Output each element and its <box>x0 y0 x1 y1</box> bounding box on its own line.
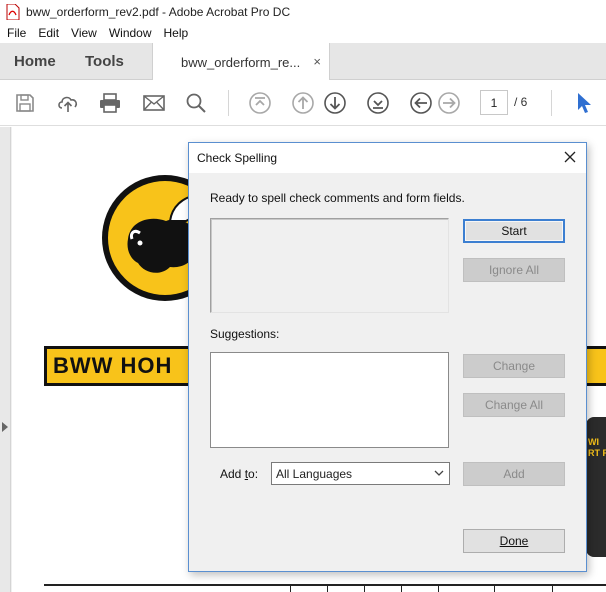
tab-close-icon[interactable]: × <box>313 54 321 69</box>
done-button-label: Done <box>499 534 529 548</box>
change-all-button[interactable]: Change All <box>463 393 565 417</box>
table-divider <box>290 584 291 592</box>
add-to-label-prefix: Add <box>220 467 245 481</box>
tab-document[interactable]: bww_orderform_re... × <box>152 43 330 81</box>
ignore-all-button[interactable]: Ignore All <box>463 258 565 282</box>
suggestions-label: Suggestions: <box>210 327 280 341</box>
next-page-icon[interactable] <box>322 90 348 116</box>
menu-view[interactable]: View <box>65 26 103 40</box>
change-button[interactable]: Change <box>463 354 565 378</box>
table-divider <box>401 584 402 592</box>
tab-bar: Home Tools bww_orderform_re... × <box>0 43 606 81</box>
save-icon[interactable] <box>12 90 38 116</box>
add-to-label-suffix: o: <box>248 467 259 481</box>
start-button[interactable]: Start <box>463 219 565 243</box>
first-page-icon[interactable] <box>247 90 273 116</box>
tab-tools[interactable]: Tools <box>85 43 124 80</box>
language-select[interactable]: All Languages <box>271 462 450 485</box>
print-icon[interactable] <box>97 90 123 116</box>
table-border <box>44 584 606 586</box>
back-icon[interactable] <box>408 90 434 116</box>
page-number-input[interactable]: 1 <box>480 90 508 115</box>
done-button[interactable]: Done <box>463 529 565 553</box>
close-icon[interactable] <box>562 149 578 165</box>
upload-icon[interactable] <box>55 90 81 116</box>
expand-arrow-icon[interactable] <box>2 422 8 432</box>
search-icon[interactable] <box>183 90 209 116</box>
menu-edit[interactable]: Edit <box>32 26 65 40</box>
add-button[interactable]: Add <box>463 462 565 486</box>
pdf-file-icon <box>6 3 20 20</box>
menu-window[interactable]: Window <box>103 26 158 40</box>
chevron-down-icon[interactable] <box>433 467 445 479</box>
menu-file[interactable]: File <box>0 26 32 40</box>
shirt-text: WI RT F <box>588 437 606 458</box>
table-divider <box>552 584 553 592</box>
table-divider <box>327 584 328 592</box>
window-titlebar: bww_orderform_rev2.pdf - Adobe Acrobat P… <box>0 0 606 23</box>
window-title: bww_orderform_rev2.pdf - Adobe Acrobat P… <box>26 4 291 19</box>
misspelled-word-box[interactable] <box>210 218 449 313</box>
shirt-image: WI RT F <box>586 417 606 557</box>
select-cursor-icon[interactable] <box>571 90 597 116</box>
toolbar-separator <box>551 90 552 116</box>
menu-help[interactable]: Help <box>158 26 195 40</box>
add-to-label: Add to: <box>220 467 258 481</box>
dialog-titlebar[interactable]: Check Spelling <box>189 143 586 173</box>
table-divider <box>364 584 365 592</box>
navigation-pane-toggle[interactable] <box>0 127 11 592</box>
check-spelling-dialog: Check Spelling Ready to spell check comm… <box>188 142 587 572</box>
status-message: Ready to spell check comments and form f… <box>210 191 465 205</box>
table-divider <box>494 584 495 592</box>
menu-bar: File Edit View Window Help <box>0 23 606 43</box>
tab-document-label: bww_orderform_re... <box>181 54 301 70</box>
prev-page-icon[interactable] <box>290 90 316 116</box>
forward-icon[interactable] <box>436 90 462 116</box>
last-page-icon[interactable] <box>365 90 391 116</box>
language-select-value: All Languages <box>276 466 353 481</box>
suggestions-list[interactable] <box>210 352 449 448</box>
email-icon[interactable] <box>141 90 167 116</box>
tab-home[interactable]: Home <box>14 43 56 80</box>
dialog-title: Check Spelling <box>197 151 278 165</box>
toolbar: 1 / 6 <box>0 80 606 126</box>
page-total: / 6 <box>514 95 528 109</box>
table-divider <box>438 584 439 592</box>
toolbar-separator <box>228 90 229 116</box>
